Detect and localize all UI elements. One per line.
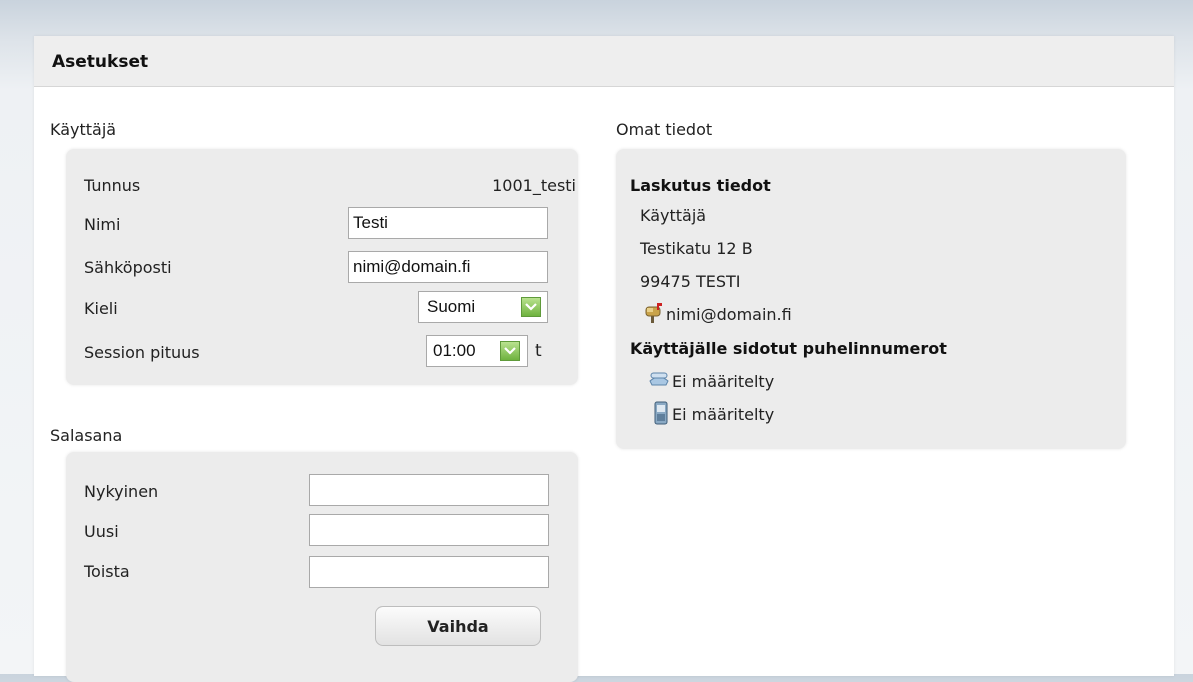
user-section-title: Käyttäjä	[50, 120, 117, 139]
current-password-label: Nykyinen	[84, 482, 159, 501]
new-password-field[interactable]	[309, 514, 549, 546]
window-title: Asetukset	[52, 52, 149, 72]
language-select-value: Suomi	[427, 297, 476, 316]
password-panel: Nykyinen Uusi Toista Vaihda	[66, 452, 578, 682]
chevron-down-icon[interactable]	[500, 341, 520, 361]
landline-phone-icon	[648, 371, 670, 393]
language-select[interactable]: Suomi	[418, 291, 548, 323]
user-panel: Tunnus 1001_testi Nimi Sähköposti Kieli …	[66, 149, 578, 385]
settings-window: Asetukset Käyttäjä Tunnus 1001_testi Nim…	[34, 36, 1174, 682]
password-section-title: Salasana	[50, 426, 123, 445]
current-password-field[interactable]	[309, 474, 549, 506]
session-unit: t	[535, 341, 542, 361]
chevron-down-icon[interactable]	[521, 297, 541, 317]
session-length-select[interactable]: 01:00	[426, 335, 528, 367]
own-info-section-title: Omat tiedot	[616, 120, 713, 139]
repeat-password-field[interactable]	[309, 556, 549, 588]
billing-email: nimi@domain.fi	[666, 305, 792, 324]
username-label: Tunnus	[84, 176, 141, 195]
name-field[interactable]	[348, 207, 548, 239]
mailbox-icon	[642, 302, 664, 328]
session-length-value: 01:00	[433, 341, 476, 360]
billing-street: Testikatu 12 B	[640, 239, 753, 258]
phones-heading: Käyttäjälle sidotut puhelinnumerot	[630, 339, 947, 358]
email-field[interactable]	[348, 251, 548, 283]
mobile-value: Ei määritelty	[672, 405, 775, 424]
landline-value: Ei määritelty	[672, 372, 775, 391]
username-value: 1001_testi	[492, 176, 576, 195]
billing-name: Käyttäjä	[640, 206, 707, 225]
new-password-label: Uusi	[84, 522, 119, 541]
window-header: Asetukset	[34, 36, 1174, 87]
change-password-button[interactable]: Vaihda	[375, 606, 541, 646]
name-label: Nimi	[84, 215, 121, 234]
session-length-label: Session pituus	[84, 343, 200, 362]
own-info-panel: Laskutus tiedot Käyttäjä Testikatu 12 B …	[616, 149, 1126, 449]
billing-heading: Laskutus tiedot	[630, 176, 771, 195]
language-label: Kieli	[84, 299, 118, 318]
billing-city: 99475 TESTI	[640, 272, 741, 291]
mobile-phone-icon	[654, 401, 668, 429]
repeat-password-label: Toista	[84, 562, 130, 581]
email-label: Sähköposti	[84, 258, 172, 277]
